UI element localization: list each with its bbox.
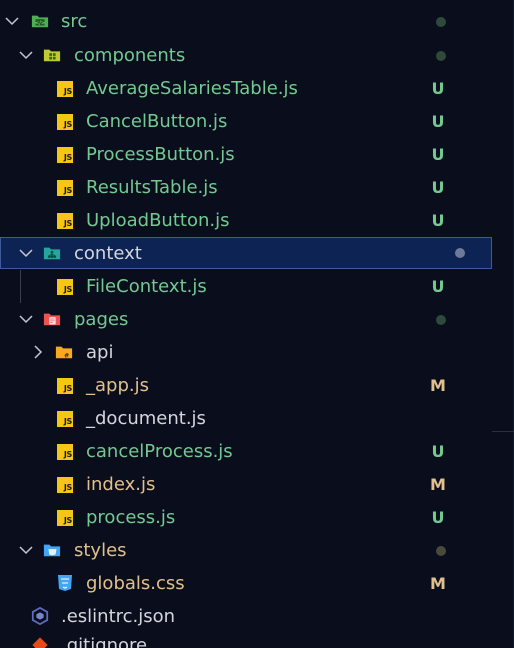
tree-file[interactable]: JS index.js M [0,468,492,501]
js-file-icon: JS [56,113,74,131]
status-dot [436,51,446,61]
js-file-icon: JS [56,377,74,395]
js-file-icon: JS [56,476,74,494]
tree-file[interactable]: JS ResultsTable.js U [0,171,492,204]
js-file-icon: JS [56,212,74,230]
tree-folder-styles[interactable]: styles [0,534,492,567]
tree-file[interactable]: JS ProcessButton.js U [0,138,492,171]
tree-folder-components[interactable]: components [0,39,492,72]
tree-file[interactable]: JS _app.js M [0,369,492,402]
eslint-icon [31,606,49,626]
file-label: .gitignore [61,635,148,648]
js-file-icon: JS [56,443,74,461]
tree-file[interactable]: .gitignore [0,633,492,648]
tree-file[interactable]: JS _document.js [0,402,492,435]
panel-divider [492,431,514,432]
git-status: U [431,79,445,98]
tree-file[interactable]: JS cancelProcess.js U [0,435,492,468]
chevron-down-icon[interactable] [18,47,34,63]
js-file-icon: JS [56,179,74,197]
css-file-icon [56,574,74,592]
js-file-icon: JS [56,410,74,428]
chevron-down-icon[interactable] [18,311,34,327]
folder-label: src [61,11,88,32]
git-status: M [430,376,446,395]
folder-label: pages [74,309,129,330]
tree-file[interactable]: JS process.js U [0,501,492,534]
file-label: AverageSalariesTable.js [86,78,298,99]
tree-file[interactable]: JS AverageSalariesTable.js U [0,72,492,105]
pages-folder-icon [43,310,61,328]
folder-label: api [86,342,114,363]
git-icon [31,636,49,648]
folder-label: context [74,243,142,264]
js-file-icon: JS [56,278,74,296]
tree-file[interactable]: JS CancelButton.js U [0,105,492,138]
svg-text:</>: </> [35,21,46,27]
git-status: U [431,112,445,131]
git-status: M [430,475,446,494]
components-folder-icon [43,46,61,64]
tree-folder-src[interactable]: </> src [0,5,492,38]
src-folder-icon: </> [31,12,49,30]
folder-label: styles [74,540,127,561]
api-folder-icon: # [55,343,73,361]
status-dot [436,546,446,556]
file-label: process.js [86,507,176,528]
file-label: ProcessButton.js [86,144,235,165]
git-status: M [430,574,446,593]
file-label: globals.css [86,573,185,594]
file-label: cancelProcess.js [86,441,233,462]
status-dot [436,17,446,27]
tree-file[interactable]: JS FileContext.js U [0,270,492,303]
svg-text:#: # [64,352,69,359]
file-label: ResultsTable.js [86,177,218,198]
file-label: index.js [86,474,156,495]
git-status: U [431,211,445,230]
file-label: _document.js [86,408,206,429]
status-dot [455,248,465,258]
tree-folder-pages[interactable]: pages [0,303,492,336]
file-explorer: </> src components JS AverageSalariesTab… [0,0,514,648]
file-label: _app.js [86,375,149,396]
tree-file[interactable]: JS UploadButton.js U [0,204,492,237]
status-dot [436,315,446,325]
js-file-icon: JS [56,146,74,164]
git-status: U [431,508,445,527]
git-status: U [431,145,445,164]
styles-folder-icon [43,541,61,559]
git-status: U [431,178,445,197]
chevron-down-icon[interactable] [4,13,20,29]
chevron-down-icon[interactable] [18,245,34,261]
context-folder-icon [43,244,61,262]
tree-file[interactable]: globals.css M [0,567,492,600]
chevron-right-icon[interactable] [30,344,46,360]
file-label: FileContext.js [86,276,207,297]
editor-edge [492,0,514,648]
file-label: CancelButton.js [86,111,228,132]
tree-folder-context[interactable]: context [0,237,492,269]
folder-label: components [74,45,186,66]
chevron-down-icon[interactable] [18,542,34,558]
file-label: UploadButton.js [86,210,230,231]
tree-folder-api[interactable]: # api [0,336,492,369]
js-file-icon: JS [56,80,74,98]
git-status: U [431,442,445,461]
js-file-icon: JS [56,509,74,527]
git-status: U [431,277,445,296]
